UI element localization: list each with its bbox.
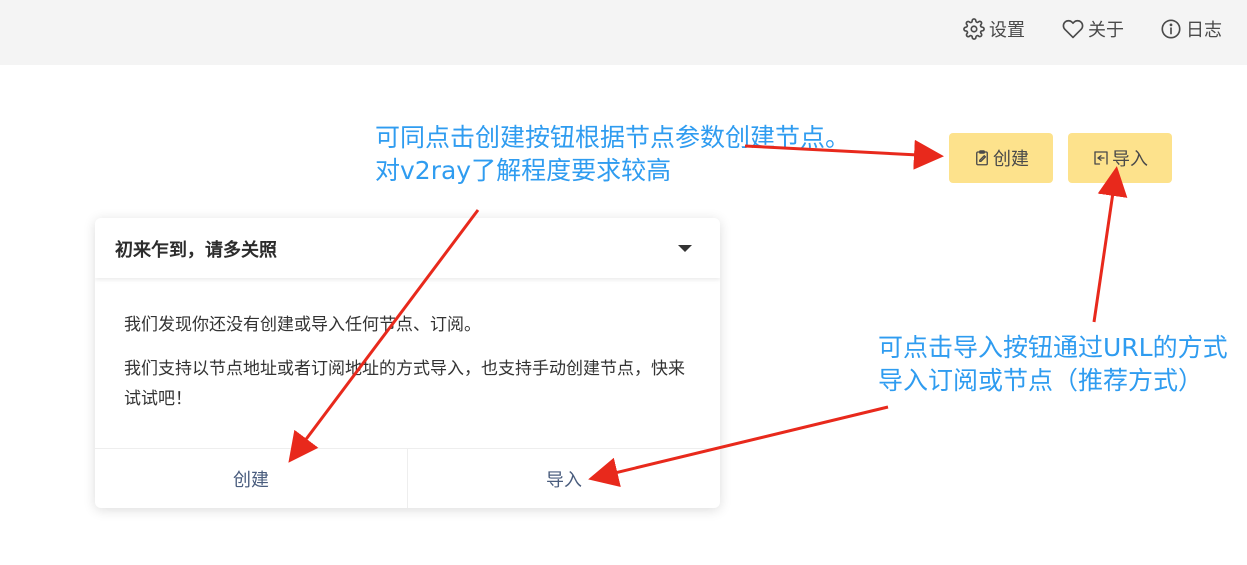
annotation-create: 可同点击创建按钮根据节点参数创建节点。 对v2ray了解程度要求较高 xyxy=(375,121,850,187)
annotation-import-line-2: 导入订阅或节点（推荐方式） xyxy=(878,366,1204,395)
import-button[interactable]: 导入 xyxy=(1068,133,1172,183)
card-body: 我们发现你还没有创建或导入任何节点、订阅。 我们支持以节点地址或者订阅地址的方式… xyxy=(124,310,699,428)
import-button-label: 导入 xyxy=(1112,149,1148,170)
card-header[interactable]: 初来乍到，请多关照 xyxy=(95,218,720,278)
card-import-button[interactable]: 导入 xyxy=(407,449,720,508)
top-bar xyxy=(0,0,1247,65)
nav-settings-label: 设置 xyxy=(989,20,1025,41)
nav-about[interactable]: 关于 xyxy=(1062,15,1124,43)
card-footer: 创建 导入 xyxy=(95,448,720,508)
card-title: 初来乍到，请多关照 xyxy=(115,240,277,261)
nav-about-label: 关于 xyxy=(1088,20,1124,41)
create-button-label: 创建 xyxy=(993,149,1029,170)
card-message-2: 我们支持以节点地址或者订阅地址的方式导入，也支持手动创建节点，快来试试吧！ xyxy=(124,359,685,409)
info-icon xyxy=(1161,19,1181,39)
gear-icon xyxy=(963,18,985,40)
nav-log[interactable]: 日志 xyxy=(1160,15,1222,43)
annotation-import-line-1: 可点击导入按钮通过URL的方式 xyxy=(878,333,1228,362)
card-create-button[interactable]: 创建 xyxy=(95,449,407,508)
nav-settings[interactable]: 设置 xyxy=(963,15,1025,43)
annotation-create-line-1: 可同点击创建按钮根据节点参数创建节点。 xyxy=(375,123,851,152)
welcome-card: 初来乍到，请多关照 我们发现你还没有创建或导入任何节点、订阅。 我们支持以节点地… xyxy=(95,218,720,508)
arrow-to-import-button xyxy=(1092,166,1128,323)
annotation-import: 可点击导入按钮通过URL的方式 导入订阅或节点（推荐方式） xyxy=(878,331,1228,397)
card-message-1: 我们发现你还没有创建或导入任何节点、订阅。 xyxy=(124,315,481,335)
heart-icon xyxy=(1062,19,1084,39)
create-button[interactable]: 创建 xyxy=(949,133,1053,183)
nav-log-label: 日志 xyxy=(1186,20,1222,41)
annotation-create-line-2: 对v2ray了解程度要求较高 xyxy=(375,156,672,185)
import-icon xyxy=(1094,151,1108,165)
caret-down-icon[interactable] xyxy=(678,245,692,252)
clipboard-edit-icon xyxy=(976,150,988,166)
